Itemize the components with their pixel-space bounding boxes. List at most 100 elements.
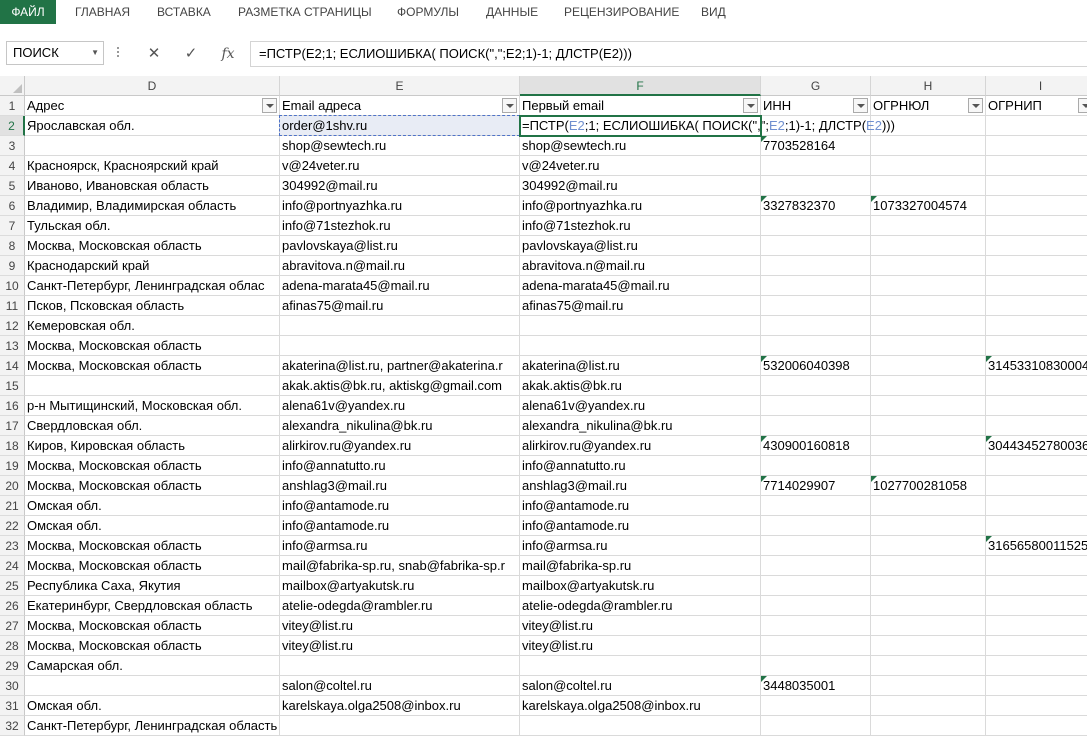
cell-d24[interactable]: Москва, Московская область (25, 556, 280, 576)
cell-e25[interactable]: mailbox@artyakutsk.ru (280, 576, 520, 596)
cell-d17[interactable]: Свердловская обл. (25, 416, 280, 436)
row-header-25[interactable]: 25 (0, 576, 25, 596)
cell-g24[interactable] (761, 556, 871, 576)
cell-f14[interactable]: akaterina@list.ru (520, 356, 761, 376)
cell-e13[interactable] (280, 336, 520, 356)
cell-e21[interactable]: info@antamode.ru (280, 496, 520, 516)
cell-d12[interactable]: Кемеровская обл. (25, 316, 280, 336)
row-header-19[interactable]: 19 (0, 456, 25, 476)
row-header-16[interactable]: 16 (0, 396, 25, 416)
row-header-27[interactable]: 27 (0, 616, 25, 636)
cell-i19[interactable] (986, 456, 1087, 476)
cell-i21[interactable] (986, 496, 1087, 516)
cell-f26[interactable]: atelie-odegda@rambler.ru (520, 596, 761, 616)
cell-h6[interactable]: 1073327004574 (871, 196, 986, 216)
cell-i20[interactable] (986, 476, 1087, 496)
cell-i26[interactable] (986, 596, 1087, 616)
header-cell-d[interactable]: Адрес (25, 96, 280, 116)
cell-f15[interactable]: akak.aktis@bk.ru (520, 376, 761, 396)
cell-g30[interactable]: 3448035001 (761, 676, 871, 696)
cell-f7[interactable]: info@71stezhok.ru (520, 216, 761, 236)
select-all-button[interactable] (0, 76, 25, 96)
cell-f2[interactable]: =ПСТР(E2;1; ЕСЛИОШИБКА( ПОИСК(",";E2;1)-… (520, 116, 895, 136)
cell-e11[interactable]: afinas75@mail.ru (280, 296, 520, 316)
cell-g3[interactable]: 7703528164 (761, 136, 871, 156)
row-header-5[interactable]: 5 (0, 176, 25, 196)
cell-f8[interactable]: pavlovskaya@list.ru (520, 236, 761, 256)
cell-g28[interactable] (761, 636, 871, 656)
cell-g21[interactable] (761, 496, 871, 516)
cell-g8[interactable] (761, 236, 871, 256)
chevron-down-icon[interactable]: ▼ (91, 42, 99, 64)
cell-e18[interactable]: alirkirov.ru@yandex.ru (280, 436, 520, 456)
cell-g31[interactable] (761, 696, 871, 716)
tab-file[interactable]: ФАЙЛ (0, 0, 56, 24)
cell-g5[interactable] (761, 176, 871, 196)
column-header-i[interactable]: I (986, 76, 1087, 96)
cell-f22[interactable]: info@antamode.ru (520, 516, 761, 536)
cell-d27[interactable]: Москва, Московская область (25, 616, 280, 636)
cell-g16[interactable] (761, 396, 871, 416)
row-header-1[interactable]: 1 (0, 96, 25, 116)
filter-dropdown-icon[interactable] (743, 98, 758, 113)
cell-e2[interactable]: order@1shv.ru (280, 116, 520, 136)
cell-d21[interactable]: Омская обл. (25, 496, 280, 516)
cell-e15[interactable]: akak.aktis@bk.ru, aktiskg@gmail.com (280, 376, 520, 396)
cell-h11[interactable] (871, 296, 986, 316)
cell-f18[interactable]: alirkirov.ru@yandex.ru (520, 436, 761, 456)
cell-d5[interactable]: Иваново, Ивановская область (25, 176, 280, 196)
cell-e9[interactable]: abravitova.n@mail.ru (280, 256, 520, 276)
header-cell-i[interactable]: ОГРНИП (986, 96, 1087, 116)
splitter-handle[interactable] (116, 47, 120, 61)
cell-f17[interactable]: alexandra_nikulina@bk.ru (520, 416, 761, 436)
cell-d3[interactable] (25, 136, 280, 156)
cell-i7[interactable] (986, 216, 1087, 236)
row-header-23[interactable]: 23 (0, 536, 25, 556)
cell-i9[interactable] (986, 256, 1087, 276)
cell-h8[interactable] (871, 236, 986, 256)
filter-dropdown-icon[interactable] (968, 98, 983, 113)
cell-h14[interactable] (871, 356, 986, 376)
cell-d8[interactable]: Москва, Московская область (25, 236, 280, 256)
cell-i6[interactable] (986, 196, 1087, 216)
cell-e16[interactable]: alena61v@yandex.ru (280, 396, 520, 416)
cell-i25[interactable] (986, 576, 1087, 596)
column-header-f[interactable]: F (520, 76, 761, 96)
cell-d19[interactable]: Москва, Московская область (25, 456, 280, 476)
cell-f23[interactable]: info@armsa.ru (520, 536, 761, 556)
tab-insert[interactable]: ВСТАВКА (157, 0, 211, 24)
cell-f4[interactable]: v@24veter.ru (520, 156, 761, 176)
cell-h30[interactable] (871, 676, 986, 696)
cell-h5[interactable] (871, 176, 986, 196)
header-cell-f[interactable]: Первый email (520, 96, 761, 116)
cell-d16[interactable]: р-н Мытищинский, Московская обл. (25, 396, 280, 416)
cell-e20[interactable]: anshlag3@mail.ru (280, 476, 520, 496)
cell-g32[interactable] (761, 716, 871, 736)
cell-f20[interactable]: anshlag3@mail.ru (520, 476, 761, 496)
cell-i4[interactable] (986, 156, 1087, 176)
tab-data[interactable]: ДАННЫЕ (486, 0, 538, 24)
cell-h26[interactable] (871, 596, 986, 616)
cell-e7[interactable]: info@71stezhok.ru (280, 216, 520, 236)
column-header-d[interactable]: D (25, 76, 280, 96)
cell-i13[interactable] (986, 336, 1087, 356)
formula-input[interactable]: =ПСТР(E2;1; ЕСЛИОШИБКА( ПОИСК(",";E2;1)-… (250, 41, 1087, 67)
cell-f12[interactable] (520, 316, 761, 336)
tab-formulas[interactable]: ФОРМУЛЫ (397, 0, 459, 24)
cell-g26[interactable] (761, 596, 871, 616)
cell-f29[interactable] (520, 656, 761, 676)
cell-i29[interactable] (986, 656, 1087, 676)
row-header-18[interactable]: 18 (0, 436, 25, 456)
row-header-13[interactable]: 13 (0, 336, 25, 356)
row-header-4[interactable]: 4 (0, 156, 25, 176)
cell-d32[interactable]: Санкт-Петербург, Ленинградская область (25, 716, 280, 736)
row-header-30[interactable]: 30 (0, 676, 25, 696)
row-header-31[interactable]: 31 (0, 696, 25, 716)
cell-d7[interactable]: Тульская обл. (25, 216, 280, 236)
cell-g4[interactable] (761, 156, 871, 176)
cell-g27[interactable] (761, 616, 871, 636)
close-icon[interactable]: ✕ (142, 43, 166, 65)
cell-e24[interactable]: mail@fabrika-sp.ru, snab@fabrika-sp.r (280, 556, 520, 576)
filter-dropdown-icon[interactable] (853, 98, 868, 113)
cell-d28[interactable]: Москва, Московская область (25, 636, 280, 656)
